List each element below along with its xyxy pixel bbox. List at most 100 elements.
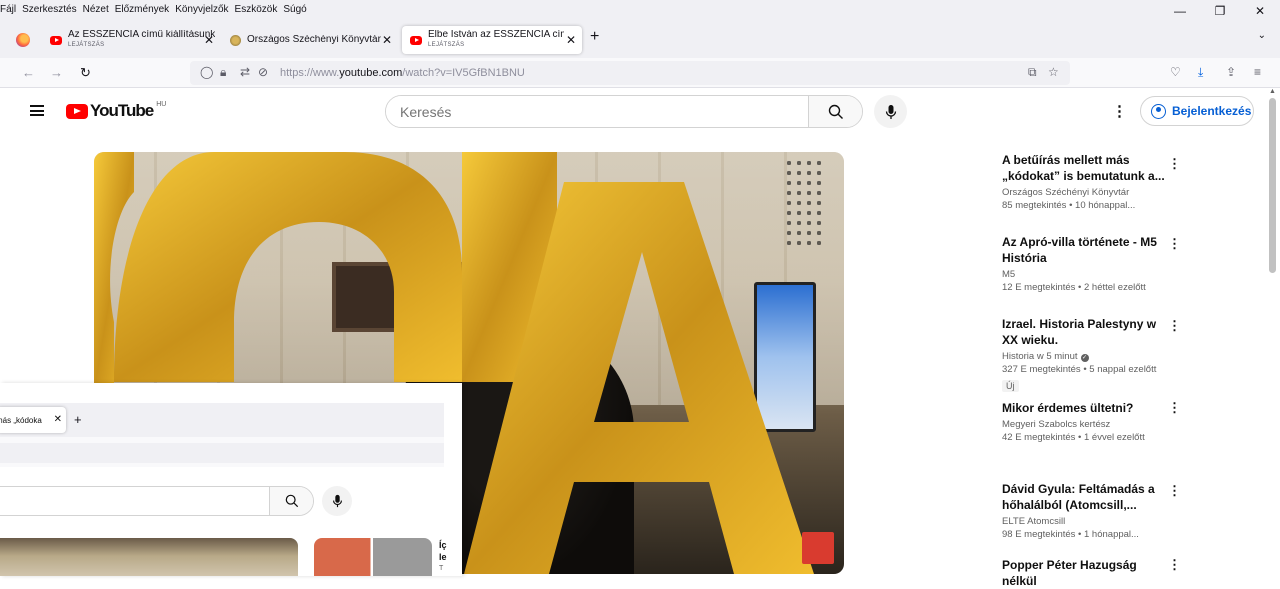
verified-check-icon: ✓ [1080, 354, 1089, 362]
search-icon [828, 104, 843, 119]
recommendation-channel[interactable]: M5 [1002, 269, 1172, 281]
restore-button[interactable]: ❐ [1200, 0, 1240, 22]
menu-bar: Fájl Szerkesztés Nézet Előzmények Könyvj… [0, 0, 1280, 22]
tab-elbe-istvan[interactable]: Elbe István az ESSZENCIA című LEJÁTSZÁS … [402, 26, 582, 54]
navigation-bar: ← → ↻ ◯ 🔒︎ ⇄ ⊘ https://www.youtube.com/w… [0, 58, 1280, 88]
youtube-play-icon [66, 103, 88, 119]
menu-history[interactable]: Előzmények [115, 4, 169, 15]
recommendation-channel[interactable]: Országos Széchényi Könyvtár [1002, 187, 1172, 199]
page-scrollbar[interactable]: ▲ [1268, 88, 1277, 576]
menu-bookmarks[interactable]: Könyvjelzők [175, 4, 228, 15]
menu-tools[interactable]: Eszközök [235, 4, 278, 15]
search-button[interactable] [808, 96, 862, 127]
menu-view[interactable]: Nézet [83, 4, 109, 15]
recommendation-item[interactable]: Izrael. Historia Palestyny w XX wieku. H… [1002, 316, 1172, 394]
recommendation-menu-button[interactable]: ⋮ [1168, 318, 1181, 334]
settings-more-button[interactable]: ⋮ [1112, 102, 1127, 120]
tab-close-button[interactable]: ✕ [566, 33, 576, 47]
recommendation-meta: 327 E megtekintés • 5 nappal ezelőtt [1002, 364, 1157, 375]
recommendation-meta: 85 megtekintés • 10 hónappal... [1002, 200, 1136, 211]
recommendation-item[interactable]: A betűírás mellett más „kódokat” is bemu… [1002, 152, 1172, 212]
tab-list-chevron-icon[interactable]: ⌄ [1258, 30, 1266, 41]
recommendation-title[interactable]: A betűírás mellett más „kódokat” is bemu… [1002, 152, 1172, 184]
lock-icon[interactable]: 🔒︎ [220, 65, 226, 80]
recommendation-item[interactable]: Mikor érdemes ültetni? Megyeri Szabolcs … [1002, 400, 1172, 444]
overlay-search-button[interactable] [269, 487, 313, 515]
recommendation-channel[interactable]: Historia w 5 minut ✓ [1002, 351, 1172, 363]
tab-playing-label: LEJÁTSZÁS [68, 42, 105, 48]
minimize-button[interactable]: — [1160, 0, 1200, 22]
overlay-tab-close-button[interactable]: ✕ [54, 414, 62, 425]
firefox-icon[interactable] [16, 33, 30, 47]
channel-watermark-icon[interactable] [802, 532, 834, 564]
overlay-nav-bar [0, 437, 444, 467]
recommendation-meta: 98 E megtekintés • 1 hónappal... [1002, 529, 1139, 540]
recommendation-item[interactable]: Dávid Gyula: Feltámadás a hőhalálból (At… [1002, 481, 1172, 541]
tab-bar: Az ESSZENCIA című kiállításunk LEJÁTSZÁS… [0, 22, 1280, 58]
tab-title: Elbe István az ESSZENCIA című [428, 30, 564, 40]
pocket-icon[interactable]: ♡ [1170, 65, 1181, 79]
recommendation-item[interactable]: Popper Péter Hazugság nélkül [1002, 557, 1172, 589]
hamburger-menu-icon[interactable] [30, 105, 44, 116]
close-window-button[interactable]: ✕ [1240, 0, 1280, 22]
recommendation-menu-button[interactable]: ⋮ [1168, 557, 1181, 573]
picture-in-picture-icon[interactable]: ⧉ [1028, 65, 1037, 80]
sign-in-button[interactable]: Bejelentkezés [1140, 96, 1254, 126]
tab-esszencia-1[interactable]: Az ESSZENCIA című kiállításunk LEJÁTSZÁS… [50, 26, 220, 54]
menu-file[interactable]: Fájl [0, 4, 16, 15]
recommendation-menu-button[interactable]: ⋮ [1168, 236, 1181, 252]
autoplay-blocked-icon[interactable]: ⊘ [258, 65, 268, 79]
voice-search-button[interactable] [874, 95, 907, 128]
share-icon[interactable]: ⇪ [1226, 65, 1236, 79]
scrollbar-thumb[interactable] [1269, 98, 1276, 273]
overlay-window: más „kódoka ✕ + Íç le T [0, 383, 462, 576]
tab-close-button[interactable]: ✕ [382, 33, 392, 47]
overlay-address-bar[interactable] [0, 443, 444, 463]
recommendation-channel[interactable]: Megyeri Szabolcs kertész [1002, 419, 1172, 431]
recommendation-menu-button[interactable]: ⋮ [1168, 156, 1181, 172]
overlay-new-tab-button[interactable]: + [74, 412, 82, 427]
overlay-recommendation-thumbnail[interactable] [314, 538, 432, 576]
shield-icon[interactable]: ◯ [200, 65, 213, 79]
search-box [385, 95, 863, 128]
youtube-favicon-icon [50, 35, 62, 45]
recommendation-title[interactable]: Dávid Gyula: Feltámadás a hőhalálból (At… [1002, 481, 1172, 513]
scroll-up-arrow-icon[interactable]: ▲ [1269, 88, 1276, 95]
youtube-logo[interactable]: YouTube HU [66, 101, 166, 121]
account-icon [1151, 103, 1166, 119]
recommendation-title[interactable]: Mikor érdemes ültetni? [1002, 400, 1172, 416]
overlay-top-area [0, 383, 462, 403]
forward-button[interactable]: → [50, 65, 63, 80]
recommendation-menu-button[interactable]: ⋮ [1168, 483, 1181, 499]
app-menu-icon[interactable]: ≡ [1254, 65, 1261, 79]
overlay-tab[interactable]: más „kódoka ✕ [0, 407, 66, 433]
tab-oszk[interactable]: Országos Széchényi Könyvtár ✕ [230, 26, 398, 54]
new-badge: Új [1002, 380, 1019, 392]
overlay-video-thumbnail[interactable] [0, 538, 298, 576]
search-input[interactable] [386, 96, 810, 127]
recommendation-meta: 12 E megtekintés • 2 héttel ezelőtt [1002, 282, 1146, 293]
overlay-recommendation-title[interactable]: Íç le T [439, 539, 459, 575]
recommendation-title[interactable]: Popper Péter Hazugság nélkül [1002, 557, 1172, 589]
new-tab-button[interactable]: + [590, 28, 599, 46]
tab-playing-label: LEJÁTSZÁS [428, 42, 465, 48]
downloads-icon[interactable]: ⤓ [1198, 65, 1203, 80]
back-button[interactable]: ← [22, 65, 35, 80]
overlay-search-box[interactable] [0, 486, 314, 516]
bookmark-star-icon[interactable]: ☆ [1048, 65, 1059, 79]
overlay-voice-search-button[interactable] [322, 486, 352, 516]
recommendation-title[interactable]: Az Apró-villa története - M5 História [1002, 234, 1172, 266]
address-bar[interactable]: ◯ 🔒︎ ⇄ ⊘ https://www.youtube.com/watch?v… [190, 61, 1070, 85]
reload-button[interactable]: ↻ [80, 65, 91, 81]
menu-edit[interactable]: Szerkesztés [22, 4, 76, 15]
permissions-icon[interactable]: ⇄ [240, 65, 250, 79]
microphone-icon [332, 494, 342, 508]
recommendation-item[interactable]: Az Apró-villa története - M5 História M5… [1002, 234, 1172, 294]
recommendation-title[interactable]: Izrael. Historia Palestyny w XX wieku. [1002, 316, 1172, 348]
recommendation-menu-button[interactable]: ⋮ [1168, 400, 1181, 416]
url-text: https://www.youtube.com/watch?v=IV5GfBN1… [280, 67, 525, 79]
tab-close-button[interactable]: ✕ [204, 33, 214, 47]
menu-help[interactable]: Súgó [283, 4, 306, 15]
oszk-favicon-icon [230, 34, 241, 46]
recommendation-channel[interactable]: ELTE Atomcsill [1002, 516, 1172, 528]
